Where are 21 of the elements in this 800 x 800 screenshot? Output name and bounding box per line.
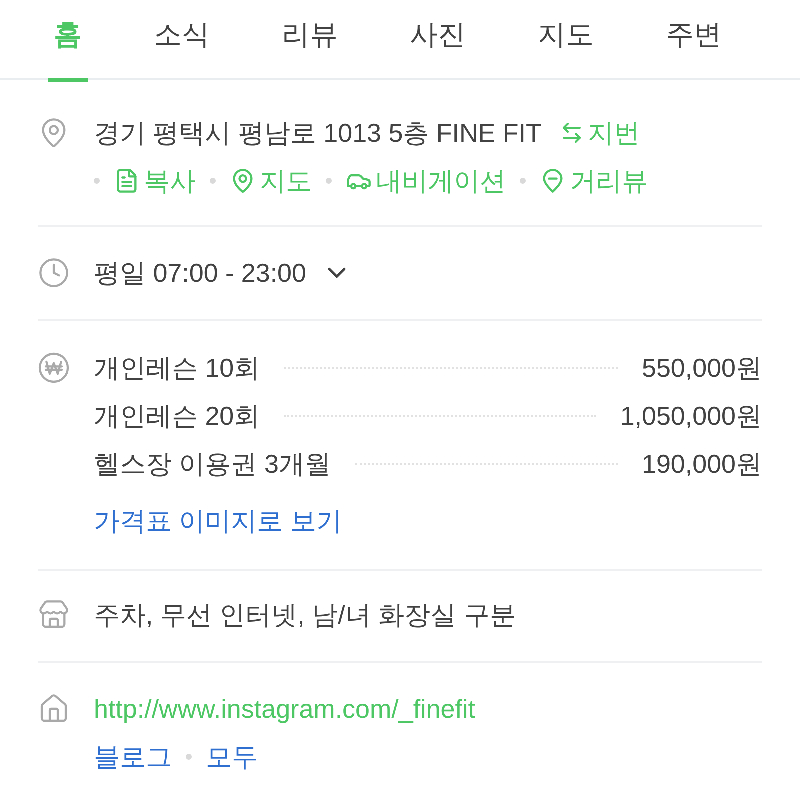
sns-link[interactable]: 모두 xyxy=(206,738,258,776)
tab[interactable]: 주변 xyxy=(660,0,728,82)
price-amount: 190,000원 xyxy=(642,448,762,480)
won-coin-icon xyxy=(38,352,70,384)
price-item-name: 개인레슨 20회 xyxy=(94,400,260,432)
sns-link[interactable]: 블로그 xyxy=(94,738,172,776)
store-icon xyxy=(38,599,70,631)
price-image-link[interactable]: 가격표 이미지로 보기 xyxy=(94,502,342,540)
house-icon xyxy=(38,693,70,725)
clock-icon xyxy=(38,257,70,289)
price-amount: 550,000원 xyxy=(642,352,762,384)
amenities-text: 주차, 무선 인터넷, 남/녀 화장실 구분 xyxy=(94,598,516,632)
tab[interactable]: 리뷰 xyxy=(276,0,344,82)
price-item-name: 개인레슨 10회 xyxy=(94,352,260,384)
tab[interactable]: 지도 xyxy=(532,0,600,82)
tab[interactable]: 소식 xyxy=(148,0,216,82)
hours-toggle[interactable]: 평일 07:00 - 23:00 xyxy=(94,249,352,297)
price-amount: 1,050,000원 xyxy=(620,400,762,432)
address-text: 경기 평택시 평남로 1013 5층 FINE FIT xyxy=(94,116,542,150)
price-item-name: 헬스장 이용권 3개월 xyxy=(94,448,331,480)
tab[interactable]: 사진 xyxy=(404,0,472,82)
